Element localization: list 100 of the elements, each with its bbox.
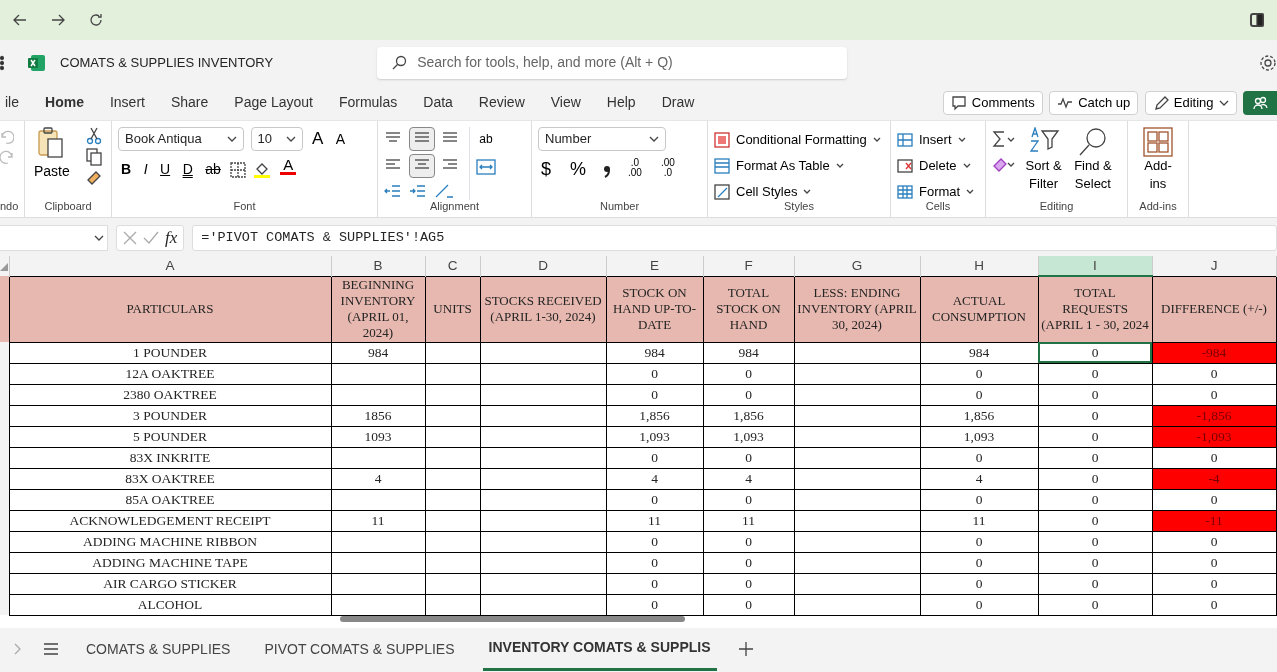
header-cell: STOCKS RECEIVED (APRIL 1-30, 2024) xyxy=(480,276,606,342)
table-cell: 1,093 xyxy=(920,426,1038,447)
underline-button[interactable]: U xyxy=(157,157,174,182)
toolbar-button[interactable]: Comments xyxy=(942,90,1043,115)
settings-icon[interactable] xyxy=(1259,53,1277,72)
column-header[interactable]: A xyxy=(9,256,331,276)
cancel-icon[interactable] xyxy=(123,231,137,245)
insert-function-button[interactable]: fx xyxy=(165,225,178,251)
styles-menu-button[interactable]: Conditional Formatting xyxy=(714,127,884,153)
decimal-button[interactable]: .0 .00 xyxy=(625,157,645,182)
menu-tab[interactable]: Insert xyxy=(96,86,158,119)
wrap-text-button[interactable]: ab xyxy=(476,127,499,151)
search-field[interactable]: Search for tools, help, and more (Alt + Q) xyxy=(377,46,848,79)
menu-tab[interactable]: Share xyxy=(157,86,222,119)
add-ins-icon xyxy=(1142,127,1174,157)
group-label: Cells xyxy=(924,198,952,214)
caret-icon xyxy=(285,134,296,144)
menu-tab[interactable]: Home xyxy=(32,86,97,119)
editing-menu-button[interactable]: Sort & Filter xyxy=(1022,127,1065,193)
font-size-field[interactable]: 10 xyxy=(250,127,303,151)
toolbar-button[interactable]: Editing xyxy=(1144,90,1237,115)
sheet-tab[interactable]: PIVOT COMATS & SUPPLIES xyxy=(258,628,461,670)
strikethrough-button[interactable]: ab xyxy=(202,157,224,182)
menu-tab[interactable]: View xyxy=(537,86,594,119)
table-cell: 11 xyxy=(606,510,703,531)
table-cell: 0 xyxy=(606,447,703,468)
table-cell: 0 xyxy=(1038,342,1152,363)
table-cell: 11 xyxy=(703,510,794,531)
menu-tab[interactable]: ile xyxy=(0,86,32,119)
table-cell: 0 xyxy=(606,489,703,510)
column-header[interactable]: J xyxy=(1152,256,1276,276)
scrollbar-thumb[interactable] xyxy=(340,616,685,622)
column-header[interactable]: F xyxy=(703,256,794,276)
decimal-button[interactable]: .00 .0 xyxy=(657,157,678,182)
table-cell: 0 xyxy=(703,552,794,573)
cells-menu-button[interactable]: Delete xyxy=(897,153,979,179)
menu-tab[interactable]: Page Layout xyxy=(221,86,326,119)
italic-button[interactable]: I xyxy=(140,157,151,182)
formula-field[interactable]: ='PIVOT COMATS & SUPPLIES'!AG5 xyxy=(192,225,1277,251)
sheet-tab[interactable]: COMATS & SUPPLIES xyxy=(80,628,237,670)
add-sheet-icon[interactable] xyxy=(738,642,753,656)
percent-button[interactable]: % xyxy=(567,157,590,182)
font-color-button[interactable]: A xyxy=(277,157,300,182)
table-cell: 4 xyxy=(606,468,703,489)
table-cell: 1,093 xyxy=(703,426,794,447)
column-header[interactable]: H xyxy=(920,256,1038,276)
number-format-field[interactable]: Number xyxy=(538,127,666,151)
merge-center-icon[interactable] xyxy=(476,157,499,176)
copy-icon[interactable] xyxy=(85,148,102,167)
paste-button[interactable]: Paste xyxy=(31,127,73,185)
table-cell: 0 xyxy=(920,363,1038,384)
styles-menu-button[interactable]: Format As Table xyxy=(714,153,884,179)
comment-icon xyxy=(950,94,967,111)
column-header[interactable]: C xyxy=(425,256,480,276)
table-cell: 4 xyxy=(920,468,1038,489)
app-menu-icon[interactable] xyxy=(0,54,4,71)
column-header[interactable]: D xyxy=(480,256,606,276)
cell-styles-icon xyxy=(714,184,730,200)
toolbar-button[interactable]: Catch up xyxy=(1049,90,1139,115)
borders-icon[interactable] xyxy=(230,161,247,178)
table-cell: 12A OAKTREE xyxy=(9,363,331,384)
font-name-field[interactable]: Book Antiqua xyxy=(118,127,244,151)
table-cell: 0 xyxy=(1038,447,1152,468)
forward-icon[interactable] xyxy=(50,12,66,28)
menu-tab[interactable]: Formulas xyxy=(325,86,411,119)
reload-icon[interactable] xyxy=(88,12,104,28)
cells-menu-button[interactable]: Insert xyxy=(897,127,979,153)
table-cell: ACKNOWLEDGEMENT RECEIPT xyxy=(9,510,331,531)
table-icon xyxy=(714,158,730,174)
column-header[interactable]: E xyxy=(606,256,703,276)
menu-tab[interactable]: Draw xyxy=(648,86,708,119)
group-label: Clipboard xyxy=(43,198,93,214)
document-title[interactable]: COMATS & SUPPLIES INVENTORY xyxy=(60,52,274,73)
menu-tab[interactable]: Data xyxy=(410,86,466,119)
column-header[interactable]: G xyxy=(794,256,920,276)
back-icon[interactable] xyxy=(12,12,28,28)
group-label: Number xyxy=(598,198,641,214)
scissors-icon[interactable] xyxy=(85,127,102,145)
sheet-tab[interactable]: INVENTORY COMATS & SUPPLIS xyxy=(482,627,717,671)
menu-tab[interactable]: Review xyxy=(465,86,538,119)
share-button[interactable] xyxy=(1243,90,1277,115)
enter-icon[interactable] xyxy=(143,231,159,245)
menu-tab[interactable]: Help xyxy=(593,86,649,119)
bold-button[interactable]: B xyxy=(118,157,135,182)
table-cell: 5 POUNDER xyxy=(9,426,331,447)
grow-font-button[interactable]: A xyxy=(309,127,327,151)
sum-icon[interactable] xyxy=(992,130,1016,149)
header-cell: LESS: ENDING INVENTORY (APRIL 30, 2024) xyxy=(794,276,920,342)
add-ins-button[interactable]: Add-ins xyxy=(1134,127,1182,193)
column-header[interactable]: I xyxy=(1038,256,1152,276)
table-cell: 0 xyxy=(1038,552,1152,573)
column-header[interactable]: B xyxy=(331,256,425,276)
double-underline-button[interactable]: D xyxy=(179,157,196,182)
group-label: ndo xyxy=(0,198,20,214)
menu-icon[interactable] xyxy=(44,643,58,655)
sidebar-icon[interactable] xyxy=(1249,12,1265,28)
table-cell: 0 xyxy=(920,447,1038,468)
editing-menu-button[interactable]: Find & Select xyxy=(1071,127,1115,193)
shrink-font-button[interactable]: A xyxy=(332,127,349,151)
currency-button[interactable]: $ xyxy=(538,157,554,182)
